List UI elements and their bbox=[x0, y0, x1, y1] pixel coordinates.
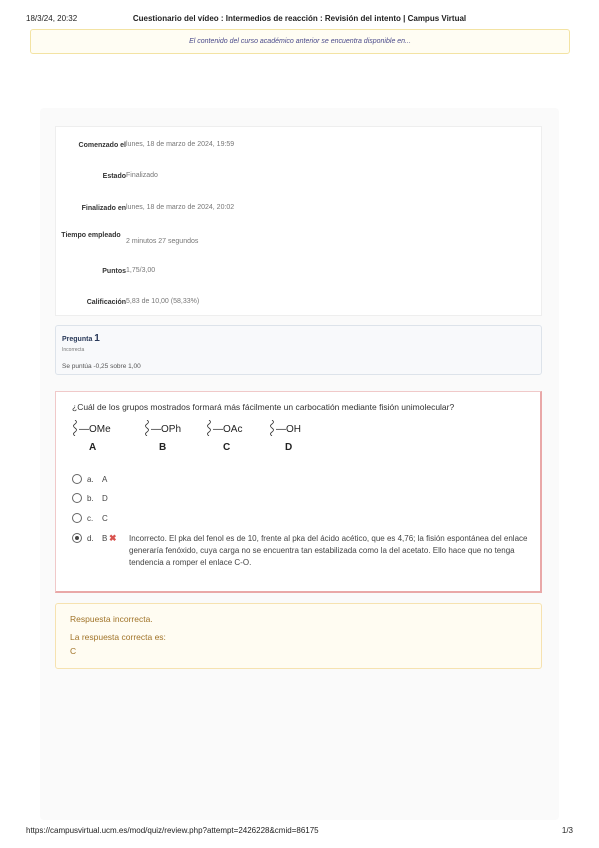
radio-button[interactable] bbox=[72, 513, 82, 523]
summary-value: lunes, 18 de marzo de 2024, 20:02 bbox=[126, 204, 235, 211]
question-text: ¿Cuál de los grupos mostrados formará má… bbox=[72, 402, 455, 412]
page-number: 1/3 bbox=[561, 826, 573, 835]
option-letter: b. bbox=[87, 494, 94, 503]
summary-label: Finalizado en bbox=[81, 205, 126, 212]
course-notice[interactable]: El contenido del curso académico anterio… bbox=[30, 29, 570, 54]
summary-label: Puntos bbox=[102, 268, 126, 275]
option-answer: C bbox=[102, 514, 108, 523]
print-title: Cuestionario del vídeo : Intermedios de … bbox=[132, 14, 467, 23]
wavy-bond-icon bbox=[207, 420, 211, 436]
print-header: 18/3/24, 20:32 Cuestionario del vídeo : … bbox=[0, 0, 599, 26]
wavy-bond-icon bbox=[73, 420, 77, 436]
structure-group: —OH bbox=[276, 424, 301, 435]
attempt-summary: Comenzado el lunes, 18 de marzo de 2024,… bbox=[55, 126, 542, 316]
correct-answer-value: C bbox=[70, 646, 77, 656]
radio-button[interactable] bbox=[72, 493, 82, 503]
structure-letter: D bbox=[285, 442, 293, 453]
option-answer: D bbox=[102, 494, 108, 503]
incorrect-x-icon: ✖ bbox=[109, 533, 117, 543]
question-score: Se puntúa -0,25 sobre 1,00 bbox=[62, 363, 141, 370]
summary-value: 5,83 de 10,00 (58,33%) bbox=[126, 298, 200, 305]
radio-button-checked[interactable] bbox=[72, 533, 82, 543]
structure-group: —OMe bbox=[79, 424, 111, 435]
question-status: Incorrecta bbox=[62, 347, 85, 353]
radio-button[interactable] bbox=[72, 474, 82, 484]
structure-letter: B bbox=[159, 442, 167, 453]
wavy-bond-icon bbox=[270, 420, 274, 436]
structure-letter: C bbox=[223, 442, 231, 453]
option-letter: c. bbox=[87, 514, 94, 523]
structure-group: —OPh bbox=[151, 424, 182, 435]
option-answer: B bbox=[102, 534, 108, 543]
option-letter: d. bbox=[87, 534, 94, 543]
print-url: https://campusvirtual.ucm.es/mod/quiz/re… bbox=[26, 826, 319, 835]
summary-value: lunes, 18 de marzo de 2024, 19:59 bbox=[126, 141, 235, 148]
question-label-text: Pregunta bbox=[62, 336, 93, 343]
summary-label: Calificación bbox=[86, 299, 126, 306]
summary-label: Comenzado el bbox=[78, 142, 126, 149]
correct-answer-label: La respuesta correcta es: bbox=[70, 632, 166, 642]
structure-group: —OAc bbox=[213, 424, 243, 435]
option-letter: a. bbox=[87, 475, 94, 484]
option-feedback: Incorrecto. El pka del fenol es de 10, f… bbox=[129, 534, 528, 567]
question-info: Pregunta 1 Incorrecta Se puntúa -0,25 so… bbox=[55, 325, 542, 375]
answer-feedback: Respuesta incorrecta. La respuesta corre… bbox=[55, 603, 542, 669]
summary-label: Tiempo empleado bbox=[61, 232, 121, 239]
summary-value: 2 minutos 27 segundos bbox=[126, 238, 199, 245]
question-number: 1 bbox=[94, 333, 100, 344]
summary-label: Estado bbox=[102, 173, 126, 180]
incorrect-message: Respuesta incorrecta. bbox=[70, 614, 153, 624]
question-body: ¿Cuál de los grupos mostrados formará má… bbox=[55, 391, 542, 593]
option-answer: A bbox=[102, 475, 108, 484]
summary-value: Finalizado bbox=[126, 172, 158, 179]
structure-letter: A bbox=[89, 442, 97, 453]
summary-value: 1,75/3,00 bbox=[126, 267, 156, 274]
question-label: Pregunta 1 bbox=[62, 333, 100, 344]
wavy-bond-icon bbox=[145, 420, 149, 436]
